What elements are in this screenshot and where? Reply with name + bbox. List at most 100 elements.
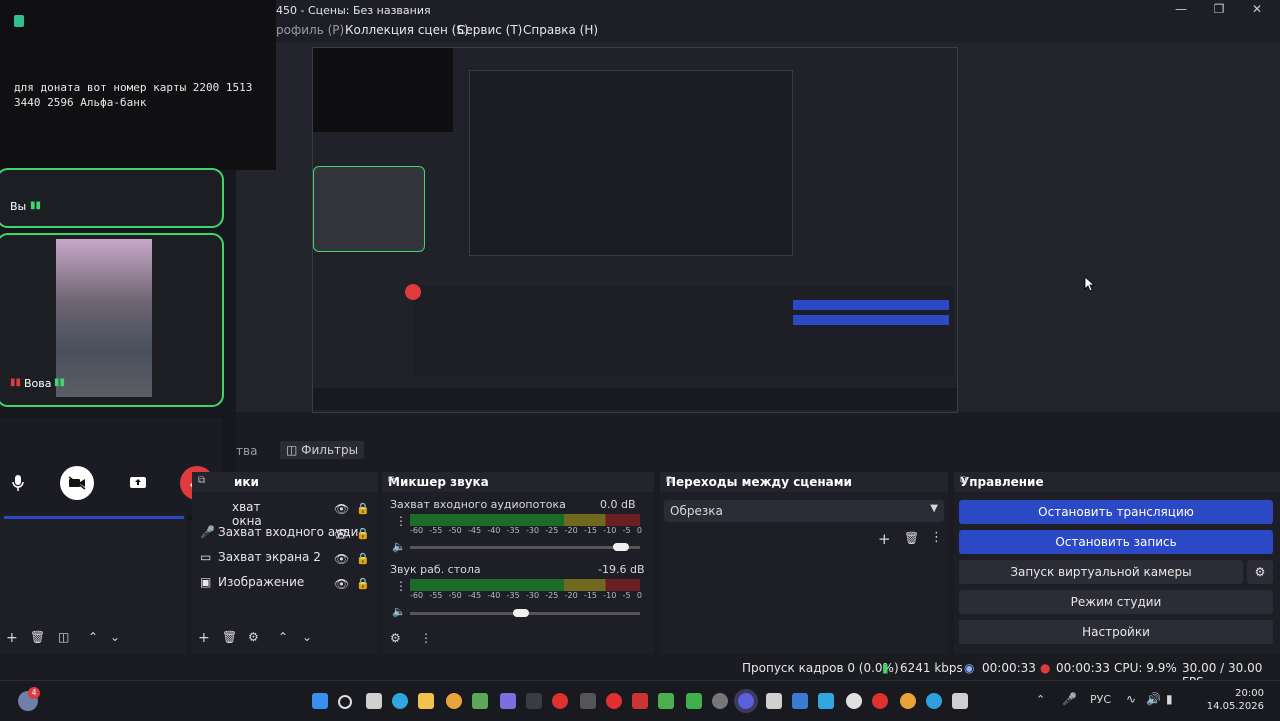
app-icon[interactable] [580, 693, 596, 709]
studio-mode-button[interactable]: Режим студии [959, 590, 1273, 614]
move-up-icon[interactable]: ⌃ [278, 630, 288, 644]
start-icon[interactable] [312, 693, 328, 709]
stop-stream-button[interactable]: Остановить трансляцию [959, 500, 1273, 524]
window-title: 450 - Сцены: Без названия [276, 4, 431, 17]
edge-icon[interactable] [392, 693, 408, 709]
scene-up-icon[interactable]: ⌃ [88, 630, 98, 644]
task-view-icon[interactable] [366, 693, 382, 709]
yandex-icon[interactable] [872, 693, 888, 709]
add-source-icon[interactable]: + [198, 630, 210, 646]
bitrate: 6241 kbps [900, 661, 963, 675]
volume-knob[interactable] [512, 609, 529, 617]
meter-scale: -60 -55 -50 -45 -40 -35 -30 -25 -20 -15 -10 -5 0 [410, 591, 642, 600]
chrome-icon[interactable] [900, 693, 916, 709]
screen-share-button[interactable] [121, 466, 155, 500]
tray-mic-icon[interactable]: 🎤 [1062, 692, 1077, 706]
tile-participant[interactable]: ▮▮ Вова ▮▮ [0, 233, 224, 407]
speaker-icon[interactable]: 🔈 [392, 540, 406, 553]
app-icon[interactable] [766, 693, 782, 709]
virtual-camera-button[interactable]: Запуск виртуальной камеры [959, 560, 1243, 584]
remove-source-icon[interactable]: 🗑 [222, 630, 237, 644]
minimize-button[interactable]: — [1166, 2, 1196, 18]
transition-select[interactable]: Обрезка ▼ [664, 500, 944, 522]
wifi-icon[interactable]: ∿ [1126, 692, 1136, 706]
app-icon[interactable] [632, 693, 648, 709]
volume-icon[interactable]: 🔊 [1146, 692, 1161, 706]
visibility-eye-icon[interactable]: 👁 [334, 552, 349, 566]
app-icon[interactable] [526, 693, 542, 709]
preview-canvas[interactable] [312, 47, 958, 413]
menu-scene-collection[interactable]: Коллекция сцен (S) [345, 23, 469, 37]
app-icon[interactable] [792, 693, 808, 709]
chat-message: для доната вот номер карты 2200 1513 344… [14, 81, 253, 109]
source-properties-icon[interactable]: ⚙ [248, 630, 259, 644]
mixer-menu-icon[interactable]: ⋮ [420, 631, 432, 645]
app-icon[interactable] [846, 693, 862, 709]
explorer-icon[interactable] [418, 693, 434, 709]
advanced-audio-icon[interactable]: ⚙ [390, 631, 401, 645]
sources-dock: ики ⧉ хват окна 🎤 Захват входного ауди ▭… [192, 472, 378, 654]
clock[interactable]: 20:00 14.05.2026 [1207, 687, 1264, 713]
yandex-icon[interactable] [606, 693, 622, 709]
chrome-icon[interactable] [446, 693, 462, 709]
add-scene-icon[interactable]: + [6, 630, 18, 646]
lock-icon[interactable]: 🔒 [356, 527, 370, 540]
tab-scenes[interactable]: тва [236, 444, 257, 458]
scale-tick: -5 [622, 526, 631, 535]
mouse-cursor-icon [1084, 276, 1096, 292]
undock-icon[interactable]: ⧉ [198, 475, 372, 486]
search-icon[interactable] [338, 695, 352, 709]
volume-slider[interactable] [410, 543, 640, 551]
app-icon[interactable] [952, 693, 968, 709]
menu-help[interactable]: Справка (H) [523, 23, 598, 37]
visibility-eye-icon[interactable]: 👁 [334, 577, 349, 591]
channel-menu-icon[interactable]: ⋮ [395, 514, 407, 528]
move-down-icon[interactable]: ⌄ [302, 630, 312, 644]
app-icon[interactable] [818, 693, 834, 709]
remove-transition-icon[interactable]: 🗑 [904, 531, 919, 545]
nested-end-call [405, 284, 421, 300]
tab-filters[interactable]: ◫ Фильтры [280, 441, 365, 459]
lock-icon[interactable]: 🔒 [356, 577, 370, 590]
menu-tools[interactable]: Сервис (T) [457, 23, 522, 37]
speaker-icon[interactable]: 🔈 [392, 605, 406, 618]
maximize-button[interactable]: ❐ [1204, 2, 1234, 18]
volume-slider[interactable] [410, 609, 640, 617]
add-transition-icon[interactable]: + [878, 530, 891, 548]
channel-menu-icon[interactable]: ⋮ [395, 579, 407, 593]
opera-icon[interactable] [552, 693, 568, 709]
tray-chevron-icon[interactable]: ⌃ [1036, 693, 1045, 706]
visibility-eye-icon[interactable]: 👁 [334, 502, 349, 516]
camera-off-button[interactable] [60, 466, 94, 500]
app-icon[interactable] [686, 693, 702, 709]
app-icon[interactable] [658, 693, 674, 709]
scene-down-icon[interactable]: ⌄ [110, 630, 120, 644]
lock-icon[interactable]: 🔒 [356, 502, 370, 515]
battery-icon[interactable]: ▮ [1166, 692, 1173, 706]
undock-icon[interactable]: ⧉ [960, 475, 1274, 486]
obs-icon[interactable] [738, 693, 754, 709]
undock-icon[interactable]: ⧉ [388, 475, 648, 486]
menu-profile[interactable]: рофиль (P) [276, 23, 344, 37]
app-icon[interactable] [500, 693, 516, 709]
scene-filters-icon[interactable]: ◫ [58, 630, 69, 644]
app-icon[interactable] [472, 693, 488, 709]
stop-record-button[interactable]: Остановить запись [959, 530, 1273, 554]
close-button[interactable]: ✕ [1242, 2, 1272, 18]
visibility-eye-icon[interactable]: 👁 [334, 527, 349, 541]
cpu-usage: CPU: 9.9% [1114, 661, 1177, 675]
volume-knob[interactable] [613, 543, 630, 551]
undock-icon[interactable]: ⧉ [666, 475, 942, 486]
virtual-camera-settings-button[interactable]: ⚙ [1247, 560, 1273, 584]
settings-button[interactable]: Настройки [959, 620, 1273, 644]
app-icon[interactable] [712, 693, 728, 709]
scene-selected-bar [4, 516, 184, 519]
transition-menu-icon[interactable]: ⋮ [930, 530, 943, 545]
app-icon[interactable] [926, 693, 942, 709]
remove-scene-icon[interactable]: 🗑 [30, 630, 45, 644]
nested-window [469, 70, 793, 256]
language-indicator[interactable]: РУС [1090, 693, 1111, 706]
lock-icon[interactable]: 🔒 [356, 552, 370, 565]
mic-button[interactable] [1, 466, 35, 500]
tile-you[interactable]: Вы ▮▮ [0, 168, 224, 228]
